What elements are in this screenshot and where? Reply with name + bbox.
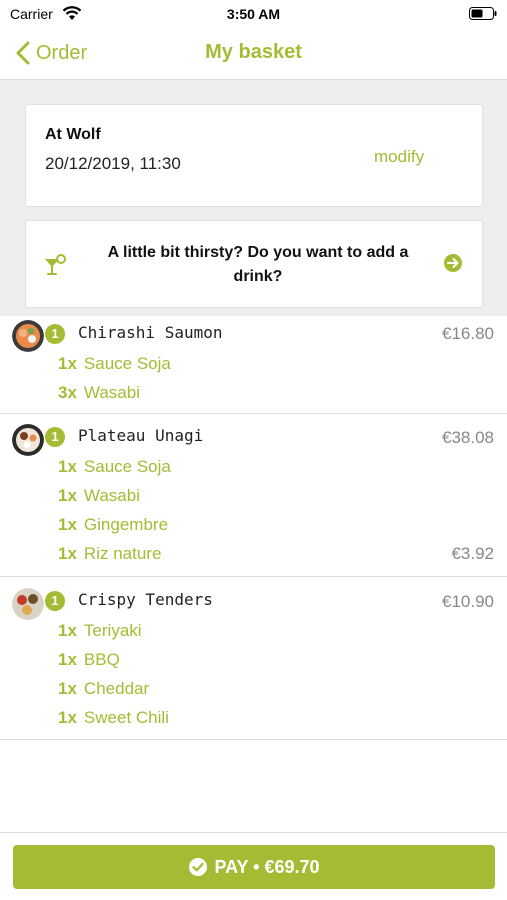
drink-prompt-text: A little bit thirsty? Do you want to add… — [107, 244, 409, 285]
item-option: 1x Sauce Soja — [58, 457, 171, 477]
item-option: 1x Wasabi — [58, 486, 140, 506]
item-price: €16.80 — [442, 324, 494, 343]
basket-item[interactable]: 1 Plateau Unagi €38.08 1x Sauce Soja 1x Wa… — [0, 414, 507, 577]
option-qty: 1x — [58, 679, 77, 698]
option-qty: 3x — [58, 383, 77, 402]
chevron-left-icon — [16, 41, 30, 65]
back-label: Order — [36, 41, 88, 64]
pickup-datetime: 20/12/2019, 11:30 — [45, 154, 181, 173]
item-option: 1x Riz nature — [58, 544, 161, 564]
pay-button-label: PAY • €69.70 — [214, 856, 320, 877]
status-bar: Carrier 3:50 AM — [0, 0, 507, 28]
item-name: Plateau Unagi — [78, 426, 204, 445]
basket-list: 1 Chirashi Saumon €16.80 1x Sauce Soja 3x… — [0, 316, 507, 740]
item-option: 1x Sweet Chili — [58, 708, 169, 728]
option-qty: 1x — [58, 515, 77, 534]
basket-item[interactable]: 1 Crispy Tenders €10.90 1x Teriyaki 1x BBQ… — [0, 577, 507, 740]
option-name: Teriyaki — [83, 621, 142, 640]
option-name: Sauce Soja — [83, 354, 171, 373]
food-thumbnail — [12, 588, 44, 620]
pay-button[interactable]: PAY • €69.70 — [13, 845, 495, 889]
checkout-footer: PAY • €69.70 — [0, 832, 507, 900]
back-button[interactable]: Order — [14, 38, 87, 68]
option-qty: 1x — [58, 457, 77, 476]
food-thumbnail — [12, 424, 44, 456]
item-name: Crispy Tenders — [78, 590, 213, 609]
modify-button[interactable]: modify — [374, 147, 424, 167]
option-qty: 1x — [58, 354, 77, 373]
item-option: 1x Gingembre — [58, 515, 168, 535]
item-price: €38.08 — [442, 428, 494, 447]
item-option: 1x Cheddar — [58, 679, 149, 699]
check-circle-icon — [189, 858, 208, 876]
option-qty: 1x — [58, 486, 77, 505]
add-drink-card[interactable]: A little bit thirsty? Do you want to add… — [25, 220, 483, 308]
option-name: Sauce Soja — [83, 457, 171, 476]
clock: 3:50 AM — [226, 6, 281, 22]
item-price: €10.90 — [442, 592, 494, 611]
option-qty: 1x — [58, 621, 77, 640]
option-name: BBQ — [83, 650, 120, 669]
option-name: Sweet Chili — [83, 708, 169, 727]
item-option: 1x Teriyaki — [58, 621, 142, 641]
navigation-bar: Order My basket — [0, 28, 507, 80]
option-name: Cheddar — [83, 679, 150, 698]
quantity-badge: 1 — [45, 427, 65, 447]
option-name: Wasabi — [83, 383, 140, 402]
restaurant-name: At Wolf — [45, 126, 101, 143]
quantity-badge: 1 — [45, 591, 65, 611]
option-name: Wasabi — [83, 486, 140, 505]
option-qty: 1x — [58, 650, 77, 669]
option-qty: 1x — [58, 544, 77, 563]
battery-icon — [469, 7, 497, 20]
basket-item[interactable]: 1 Chirashi Saumon €16.80 1x Sauce Soja 3x… — [0, 316, 507, 414]
option-price: €3.92 — [451, 544, 494, 563]
basket-header-area: At Wolf 20/12/2019, 11:30 modify A littl… — [0, 80, 507, 316]
item-option: 1x Sauce Soja — [58, 354, 171, 374]
cocktail-icon — [45, 254, 66, 275]
option-name: Riz nature — [83, 544, 162, 563]
item-name: Chirashi Saumon — [78, 323, 223, 342]
arrow-right-circle-icon — [444, 254, 462, 272]
restaurant-card: At Wolf 20/12/2019, 11:30 modify — [25, 104, 483, 207]
quantity-badge: 1 — [45, 324, 65, 344]
option-name: Gingembre — [83, 515, 169, 534]
option-qty: 1x — [58, 708, 77, 727]
item-option: 1x BBQ — [58, 650, 120, 670]
food-thumbnail — [12, 320, 44, 352]
item-option: 3x Wasabi — [58, 383, 140, 403]
